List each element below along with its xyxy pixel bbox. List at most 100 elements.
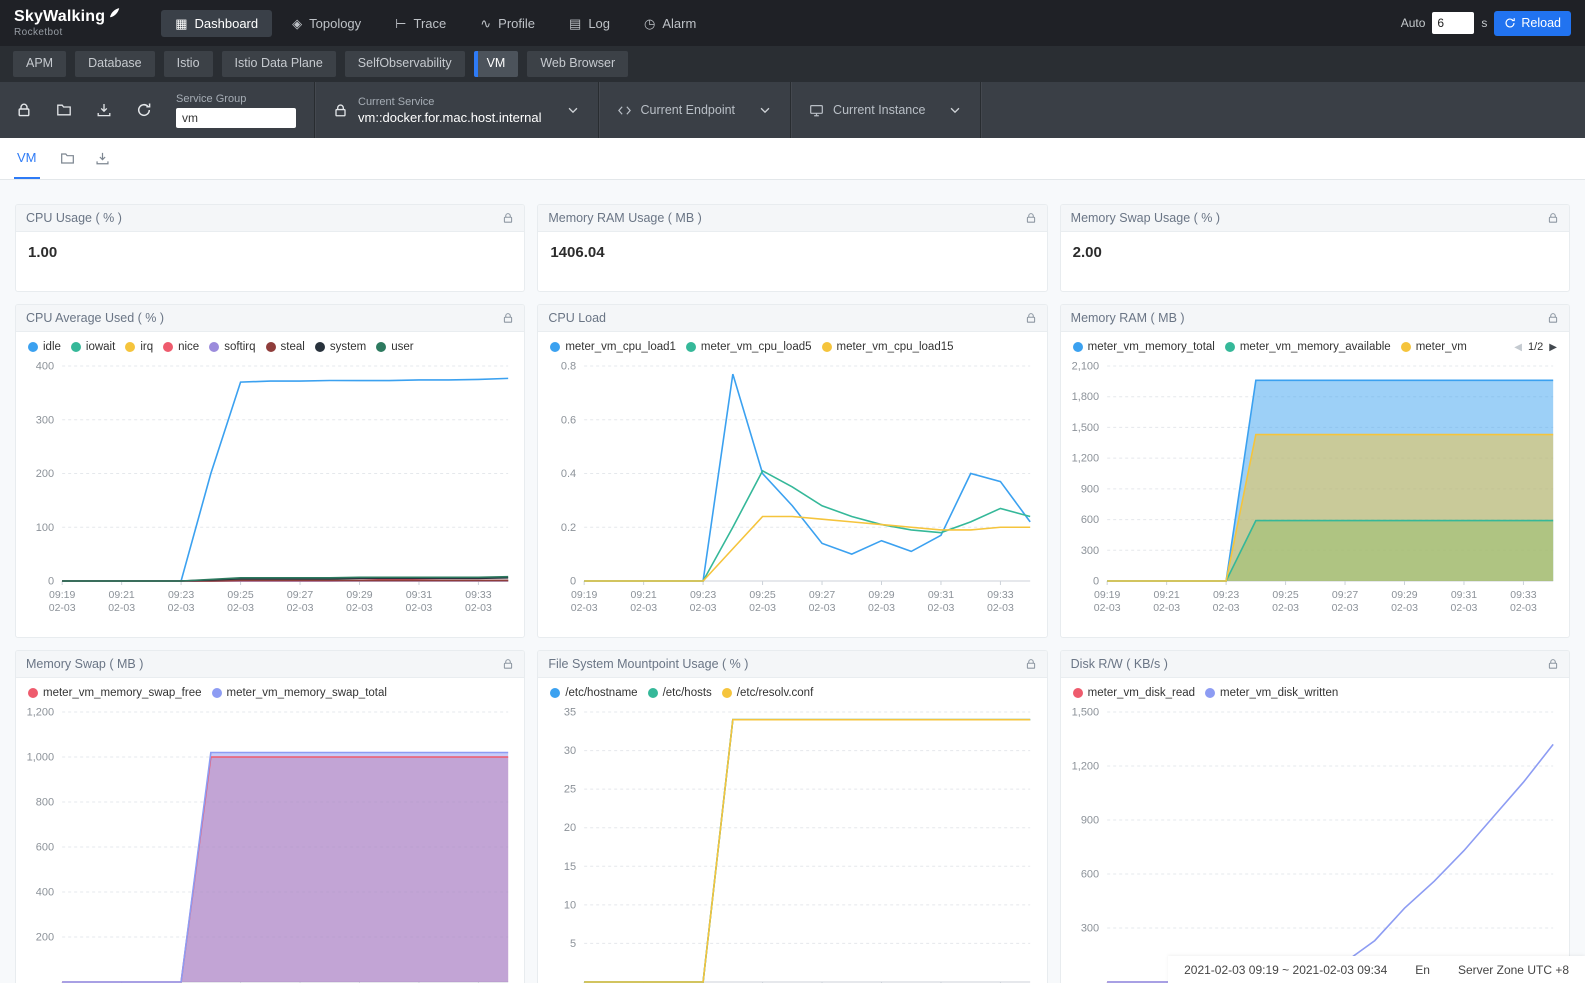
auto-reload-controls: Auto s Reload [1401,11,1571,36]
nav-item-profile[interactable]: ∿Profile [466,10,549,37]
current-endpoint-selector[interactable]: Current Endpoint [599,82,791,138]
metric-value: 2.00 [1061,232,1569,273]
dashboard-tab-istio-data-plane[interactable]: Istio Data Plane [222,51,336,77]
legend-item-softirq[interactable]: softirq [209,341,255,353]
legend-pager-label: 1/2 [1528,341,1543,353]
nav-item-alarm[interactable]: ◷Alarm [630,10,710,37]
legend-item-meter-vm[interactable]: meter_vm [1401,341,1467,353]
nav-item-trace[interactable]: ⊢Trace [381,10,460,37]
topology-icon: ◈ [292,17,302,30]
dashboard-tab-database[interactable]: Database [75,51,155,77]
legend-item-nice[interactable]: nice [163,341,199,353]
lock-icon[interactable] [1547,212,1559,224]
legend-item-steal[interactable]: steal [266,341,305,353]
dashboard-tab-vm[interactable]: VM [474,51,519,77]
legend-label: /etc/hosts [663,687,712,699]
x-axis-label: 09:21 [1153,589,1179,601]
folder-icon[interactable] [60,151,75,166]
legend-label: softirq [224,341,255,353]
legend-label: meter_vm_memory_total [1088,341,1215,353]
legend-item-meter-vm-memory-available[interactable]: meter_vm_memory_available [1225,341,1391,353]
current-instance-selector[interactable]: Current Instance [791,82,980,138]
language-switch[interactable]: En [1415,963,1430,977]
legend-item-meter-vm-disk-read[interactable]: meter_vm_disk_read [1073,687,1195,699]
legend-item-meter-vm-memory-swap-free[interactable]: meter_vm_memory_swap_free [28,687,202,699]
tab-vm[interactable]: VM [14,138,40,179]
y-axis-label: 0 [48,576,54,588]
download-icon[interactable] [95,151,110,166]
chevron-down-icon [758,103,772,117]
legend-item-idle[interactable]: idle [28,341,61,353]
nav-item-log[interactable]: ▤Log [555,10,624,37]
service-group-input[interactable] [176,108,296,128]
nav-item-label: Log [588,17,610,30]
lock-icon[interactable] [1025,312,1037,324]
legend-prev-icon[interactable]: ◀ [1514,342,1522,353]
series-line-etc-resolv-conf [584,720,1030,982]
auto-interval-input[interactable] [1432,12,1474,34]
legend-dot [163,342,173,352]
legend-item-meter-vm-cpu-load5[interactable]: meter_vm_cpu_load5 [686,341,812,353]
dashboard-tab-web-browser[interactable]: Web Browser [527,51,628,77]
y-axis-label: 0 [1093,576,1099,588]
legend-item-meter-vm-memory-total[interactable]: meter_vm_memory_total [1073,341,1215,353]
dashboard-tab-istio[interactable]: Istio [164,51,213,77]
brand-logo[interactable]: SkyWalking Rocketbot [14,9,121,38]
reload-button[interactable]: Reload [1494,11,1571,36]
y-axis-label: 300 [36,414,54,426]
lock-icon[interactable] [1025,212,1037,224]
cpu-load-chart[interactable]: 00.20.40.60.809:1902-0309:2102-0309:2302… [538,356,1046,621]
folder-icon[interactable] [56,102,72,118]
lock-icon[interactable] [1025,658,1037,670]
memory-swap-chart[interactable]: 2004006008001,0001,20009:1902-0309:2102-… [16,702,524,983]
legend-item-system[interactable]: system [315,341,366,353]
nav-item-dashboard[interactable]: ▦Dashboard [161,10,272,37]
alarm-icon: ◷ [644,17,655,30]
legend-item-meter-vm-cpu-load15[interactable]: meter_vm_cpu_load15 [822,341,954,353]
legend-item-meter-vm-memory-swap-total[interactable]: meter_vm_memory_swap_total [212,687,387,699]
y-axis-label: 2,100 [1071,361,1099,373]
chart-legend: idle iowait irqnice softirq steal system user [16,332,524,356]
nav-item-topology[interactable]: ◈Topology [278,10,375,37]
lock-icon[interactable] [502,212,514,224]
lock-icon[interactable] [1547,658,1559,670]
legend-item-meter-vm-cpu-load1[interactable]: meter_vm_cpu_load1 [550,341,676,353]
card-title: Disk R/W ( KB/s ) [1071,657,1168,671]
x-axis-label: 02-03 [406,602,433,614]
download-icon[interactable] [96,102,112,118]
lock-icon[interactable] [502,658,514,670]
legend-label: /etc/resolv.conf [737,687,814,699]
x-axis-label: 09:21 [631,589,657,601]
legend-item-etc-hostname[interactable]: /etc/hostname [550,687,637,699]
legend-item-iowait[interactable]: iowait [71,341,115,353]
x-axis-label: 09:27 [287,589,313,601]
y-axis-label: 600 [1080,514,1098,526]
dashboard-tab-selfobservability[interactable]: SelfObservability [345,51,465,77]
x-axis-label: 09:23 [1213,589,1239,601]
disk-rw-chart[interactable]: 3006009001,2001,50009:1902-0309:2102-030… [1061,702,1569,983]
legend-next-icon[interactable]: ▶ [1549,342,1557,353]
x-axis-label: 02-03 [987,602,1014,614]
cpu-average-used-chart[interactable]: 010020030040009:1902-0309:2102-0309:2302… [16,356,524,621]
memory-ram-chart[interactable]: 03006009001,2001,5001,8002,10009:1902-03… [1061,356,1569,621]
x-axis-label: 09:19 [49,589,75,601]
filesystem-usage-chart[interactable]: 510152025303509:1902-0309:2102-0309:2302… [538,702,1046,983]
y-axis-label: 0 [570,576,576,588]
series-line-idle [62,378,508,581]
lock-icon[interactable] [16,102,32,118]
time-range-picker[interactable]: 2021-02-03 09:19 ~ 2021-02-03 09:34 [1184,963,1387,977]
legend-item-meter-vm-disk-written[interactable]: meter_vm_disk_written [1205,687,1338,699]
legend-item-etc-hosts[interactable]: /etc/hosts [648,687,712,699]
refresh-icon[interactable] [136,102,152,118]
card-title: Memory RAM ( MB ) [1071,311,1185,325]
dashboard-tab-apm[interactable]: APM [13,51,66,77]
series-line-meter-vm-disk-written [1107,744,1553,982]
legend-item-user[interactable]: user [376,341,413,353]
lock-icon[interactable] [502,312,514,324]
current-service-selector[interactable]: Current Service vm::docker.for.mac.host.… [315,82,598,138]
nav-item-label: Profile [498,17,535,30]
lock-icon[interactable] [1547,312,1559,324]
legend-item-etc-resolv-conf[interactable]: /etc/resolv.conf [722,687,814,699]
legend-item-irq[interactable]: irq [125,341,153,353]
page-tabs-row: VM [0,138,1585,180]
